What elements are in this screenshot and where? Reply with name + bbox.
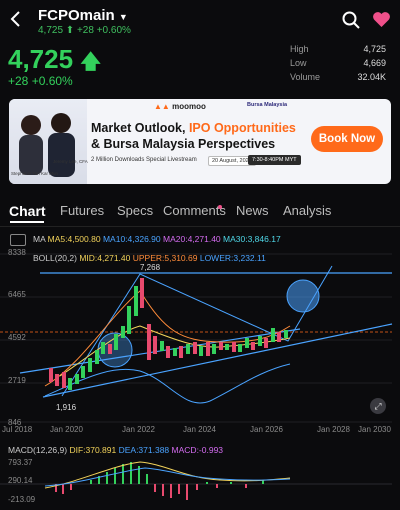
- headline-part: Market Outlook,: [91, 121, 189, 135]
- macd-dea: DEA:371.388: [118, 445, 170, 455]
- time-tick: Jan 2022: [122, 425, 155, 434]
- stat-volume: Volume 32.04K: [290, 72, 386, 86]
- stat-high: High 4,725: [290, 44, 386, 58]
- tab-chart[interactable]: Chart: [9, 203, 46, 219]
- event-time: 7:30-8:40PM MYT: [248, 155, 301, 165]
- highlight-circle-2: [286, 279, 320, 313]
- content-tabs: Chart Futures Specs Comments News Analys…: [0, 203, 400, 223]
- moomoo-mark-icon: ▲▲: [154, 102, 170, 111]
- ma5-value: MA5:4,500.80: [47, 234, 101, 244]
- banner-headline-1: Market Outlook, IPO Opportunities: [91, 121, 296, 135]
- header-quote-subline: 4,725 ⬆ +28 +0.60%: [38, 25, 131, 36]
- favorite-heart-icon[interactable]: [372, 11, 391, 33]
- banner-subtext: 2 Million Downloads Special Livestream: [91, 157, 197, 163]
- price-tick: 4592: [8, 333, 26, 342]
- brand-text: moomoo: [172, 102, 206, 111]
- stat-value: 4,725: [363, 44, 386, 54]
- comments-dot-badge: [218, 205, 222, 209]
- stat-label: Volume: [290, 72, 321, 82]
- stat-label: Low: [290, 58, 307, 68]
- price-tick: 6465: [8, 290, 26, 299]
- fullscreen-icon[interactable]: ⤢: [370, 398, 386, 414]
- moomoo-logo: ▲▲ moomoo: [154, 102, 206, 111]
- time-tick: Jan 2020: [50, 425, 83, 434]
- quote-stats: High 4,725 Low 4,669 Volume 32.04K: [290, 44, 386, 86]
- speaker-2-caption: Jeremy Lee, CFA: [53, 159, 88, 164]
- ma10-value: MA10:4,326.90: [102, 234, 161, 244]
- price-tick: 2719: [8, 376, 26, 385]
- headline-highlight: IPO Opportunities: [188, 121, 296, 135]
- price-tick: 8338: [8, 248, 26, 257]
- time-tick: Jan 2030: [358, 425, 391, 434]
- banner-headline-2: & Bursa Malaysia Perspectives: [91, 137, 276, 151]
- time-tick: Jan 2028: [317, 425, 350, 434]
- book-now-button[interactable]: Book Now: [311, 126, 383, 152]
- tabs-divider: [0, 226, 400, 227]
- ma-label: MA: [33, 234, 46, 244]
- time-tick: Jan 2026: [250, 425, 283, 434]
- ma20-value: MA20:4,271.40: [163, 234, 221, 244]
- active-tab-underline: [10, 221, 44, 223]
- high-annotation: 7,268: [140, 263, 161, 272]
- low-annotation: 1,916: [56, 403, 77, 412]
- symbol-title[interactable]: FCPOmain ▼: [38, 7, 128, 24]
- speaker-1-caption: Stephanie Tan Kar Mun: [11, 171, 58, 176]
- candles: [49, 278, 288, 390]
- time-tick: Jul 2018: [2, 425, 33, 434]
- stat-label: High: [290, 44, 309, 54]
- symbol-name: FCPOmain: [38, 7, 115, 24]
- macd-label: MACD(12,26,9): [8, 445, 68, 455]
- macd-dif: DIF:370.891: [69, 445, 117, 455]
- bursa-logo: Bursa Malaysia: [247, 102, 288, 108]
- dropdown-caret-icon: ▼: [118, 12, 128, 22]
- ma-legend[interactable]: MA MA5:4,500.80 MA10:4,326.90 MA20:4,271…: [33, 234, 281, 244]
- price-change: +28 +0.60%: [8, 74, 73, 88]
- stat-low: Low 4,669: [290, 58, 386, 72]
- search-icon[interactable]: [342, 11, 360, 34]
- tab-comments[interactable]: Comments: [163, 203, 226, 218]
- price-value: 4,725: [8, 44, 74, 74]
- stat-value: 4,669: [363, 58, 386, 68]
- chart-settings-icon[interactable]: [10, 234, 26, 246]
- dea-line: [44, 467, 291, 487]
- up-arrow-icon: 🡅: [80, 51, 101, 73]
- macd-hist-value: MACD:-0.993: [171, 445, 224, 455]
- macd-legend[interactable]: MACD(12,26,9) DIF:370.891 DEA:371.388 MA…: [8, 445, 223, 455]
- tab-analysis[interactable]: Analysis: [283, 203, 331, 218]
- stat-value: 32.04K: [357, 72, 386, 82]
- ma30-value: MA30:3,846.17: [223, 234, 281, 244]
- promo-banner[interactable]: Stephanie Tan Kar Mun Jeremy Lee, CFA ▲▲…: [9, 99, 391, 184]
- tab-news[interactable]: News: [236, 203, 269, 218]
- macd-chart[interactable]: [0, 456, 400, 510]
- tab-futures[interactable]: Futures: [60, 203, 104, 218]
- time-tick: Jan 2024: [183, 425, 216, 434]
- back-icon[interactable]: [8, 10, 24, 28]
- tab-specs[interactable]: Specs: [117, 203, 153, 218]
